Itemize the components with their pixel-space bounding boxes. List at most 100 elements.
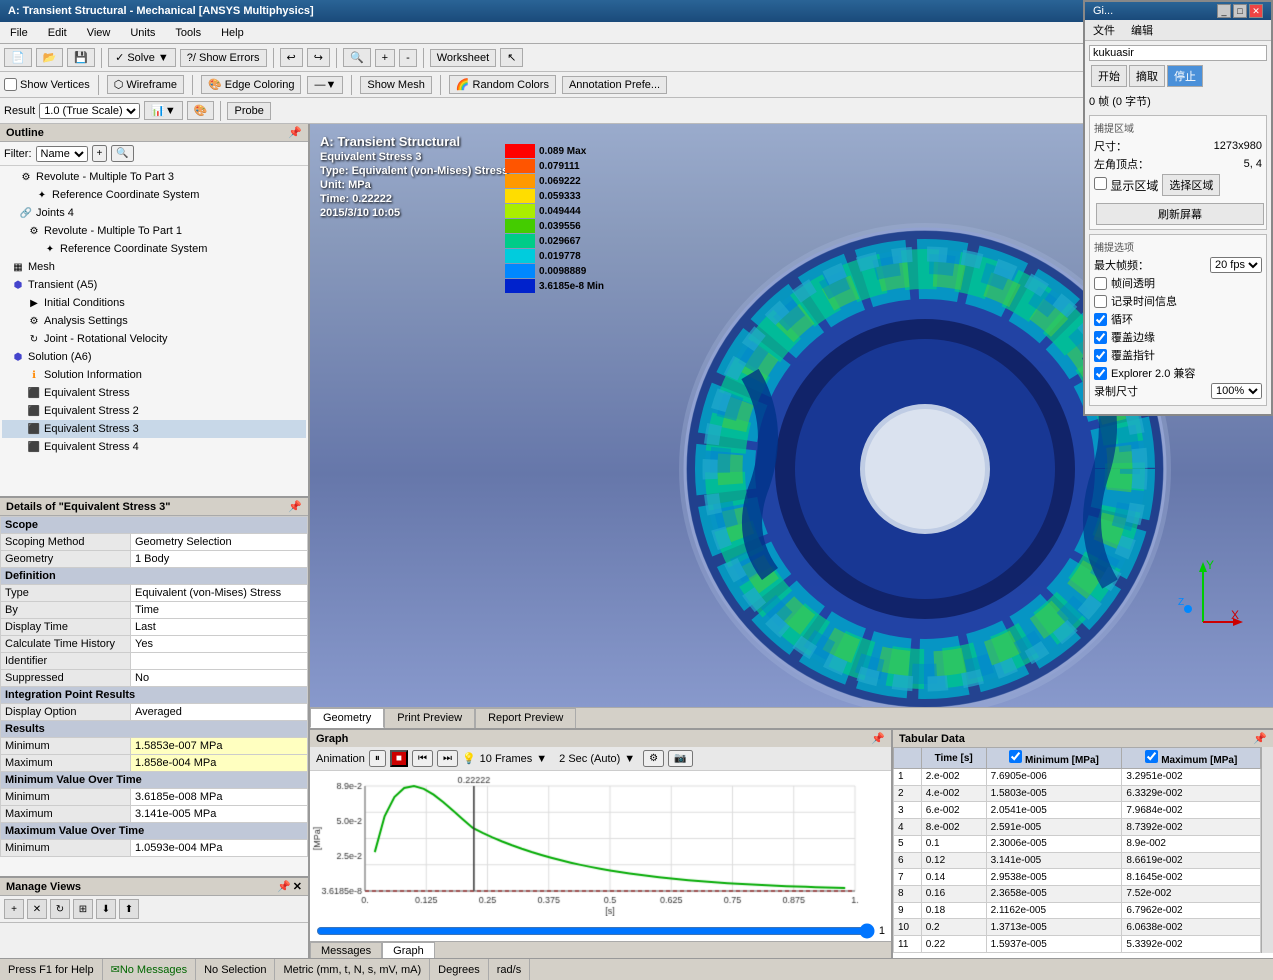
tree-item-stress3[interactable]: ⬛ Equivalent Stress 3 — [2, 420, 306, 438]
float-menu-file[interactable]: 文件 — [1085, 20, 1123, 40]
float-cover-cursor-input[interactable] — [1094, 349, 1107, 362]
tree-item-transient[interactable]: ⬢ Transient (A5) — [2, 276, 306, 294]
manage-views-close[interactable]: ✕ — [293, 880, 302, 893]
legend-item-6: 0.029667 — [505, 234, 604, 248]
new-button[interactable]: 📄 — [4, 48, 32, 67]
tree-item-stress1[interactable]: ⬛ Equivalent Stress — [2, 384, 306, 402]
float-transparent-input[interactable] — [1094, 277, 1107, 290]
float-refresh-btn[interactable]: 刷新屏幕 — [1096, 203, 1264, 225]
anim-frame-btn2[interactable]: ⏭ — [437, 750, 458, 767]
float-max-btn[interactable]: □ — [1233, 4, 1247, 18]
float-extract-btn[interactable]: 摘取 — [1129, 65, 1165, 87]
anim-frame-btn1[interactable]: ⏮ — [412, 750, 433, 767]
mv-refresh-btn[interactable]: ↻ — [50, 899, 70, 919]
graph-pin[interactable]: 📌 — [871, 732, 885, 745]
tree-item-mesh[interactable]: ▦ Mesh — [2, 258, 306, 276]
tab-messages[interactable]: Messages — [310, 942, 382, 958]
filter-add-btn[interactable]: + — [92, 145, 108, 162]
edge-coloring-button[interactable]: 🎨 Edge Coloring — [201, 75, 301, 94]
tree-item-revolute2[interactable]: ⚙ Revolute - Multiple To Part 1 — [2, 222, 306, 240]
tree-item-refcoord2[interactable]: ✦ Reference Coordinate System — [2, 240, 306, 258]
float-start-btn[interactable]: 开始 — [1091, 65, 1127, 87]
zoom-in-button[interactable]: + — [375, 49, 395, 67]
edge-style-button[interactable]: —▼ — [307, 76, 343, 94]
show-vertices-checkbox[interactable]: Show Vertices — [4, 78, 90, 91]
tree-item-init[interactable]: ▶ Initial Conditions — [2, 294, 306, 312]
float-username-input[interactable] — [1089, 45, 1267, 61]
anim-stop-btn[interactable]: ■ — [390, 750, 408, 767]
float-record-time-input[interactable] — [1094, 295, 1107, 308]
menu-units[interactable]: Units — [124, 25, 161, 41]
float-menu-edit[interactable]: 编辑 — [1123, 20, 1161, 40]
type-value: Equivalent (von-Mises) Stress — [131, 585, 308, 602]
redo-button[interactable]: ↪ — [307, 48, 330, 67]
menu-tools[interactable]: Tools — [169, 25, 207, 41]
tab-geometry[interactable]: Geometry — [310, 708, 384, 728]
col-min-check[interactable] — [1009, 750, 1022, 763]
filter-search-btn[interactable]: 🔍 — [111, 145, 133, 162]
tab-report-preview[interactable]: Report Preview — [475, 708, 576, 728]
float-close-btn[interactable]: ✕ — [1249, 4, 1263, 18]
tree-item-rotational-velocity[interactable]: ↻ Joint - Rotational Velocity — [2, 330, 306, 348]
wireframe-button[interactable]: ⬡ Wireframe — [107, 75, 184, 94]
probe-button[interactable]: Probe — [227, 102, 270, 120]
tree-item-refcoord1[interactable]: ✦ Reference Coordinate System — [2, 186, 306, 204]
tree-item-solution[interactable]: ⬢ Solution (A6) — [2, 348, 306, 366]
tree-item-stress2[interactable]: ⬛ Equivalent Stress 2 — [2, 402, 306, 420]
undo-button[interactable]: ↩ — [280, 48, 303, 67]
open-button[interactable]: 📂 — [36, 48, 64, 67]
float-fps-select[interactable]: 20 fps — [1210, 257, 1262, 273]
float-cover-edge-input[interactable] — [1094, 331, 1107, 344]
float-min-btn[interactable]: _ — [1217, 4, 1231, 18]
float-record-size-select[interactable]: 100% — [1211, 383, 1262, 399]
tab-print-preview[interactable]: Print Preview — [384, 708, 475, 728]
tab-graph[interactable]: Graph — [382, 942, 435, 958]
tree-item-stress4[interactable]: ⬛ Equivalent Stress 4 — [2, 438, 306, 456]
solve-button[interactable]: ✓ Solve ▼ — [108, 48, 176, 67]
show-errors-button[interactable]: ?/ Show Errors — [180, 49, 267, 67]
menu-edit[interactable]: Edit — [42, 25, 73, 41]
col-max-check[interactable] — [1145, 750, 1158, 763]
anim-pause-btn[interactable]: ⏸ — [369, 750, 386, 767]
tabular-pin[interactable]: 📌 — [1253, 732, 1267, 745]
tree-item-joints4[interactable]: 🔗 Joints 4 — [2, 204, 306, 222]
menu-help[interactable]: Help — [215, 25, 250, 41]
tree-item-analysis-settings[interactable]: ⚙ Analysis Settings — [2, 312, 306, 330]
float-stop-btn[interactable]: 停止 — [1167, 65, 1203, 87]
float-explorer-input[interactable] — [1094, 367, 1107, 380]
details-pin[interactable]: 📌 — [288, 500, 302, 513]
float-loop-input[interactable] — [1094, 313, 1107, 326]
menu-file[interactable]: File — [4, 25, 34, 41]
mv-add-btn[interactable]: + — [4, 899, 24, 919]
float-select-area-btn[interactable]: 选择区域 — [1162, 174, 1220, 196]
filter-select[interactable]: Name — [36, 146, 88, 162]
status-selection: No Selection — [196, 959, 275, 980]
mv-import-btn[interactable]: ⬇ — [96, 899, 116, 919]
scale-icon-btn[interactable]: 📊▼ — [144, 101, 183, 120]
save-button[interactable]: 💾 — [67, 48, 95, 67]
mv-grid-btn[interactable]: ⊞ — [73, 899, 93, 919]
annotation-prefs-button[interactable]: Annotation Prefe... — [562, 76, 667, 94]
mv-delete-btn[interactable]: ✕ — [27, 899, 47, 919]
menu-view[interactable]: View — [81, 25, 117, 41]
cursor-button[interactable]: ↖ — [500, 48, 523, 67]
scale-select[interactable]: 1.0 (True Scale) — [39, 103, 140, 119]
random-colors-button[interactable]: 🌈 Random Colors — [449, 75, 556, 94]
mv-export-btn[interactable]: ⬆ — [119, 899, 139, 919]
worksheet-button[interactable]: Worksheet — [430, 49, 496, 67]
color-btn[interactable]: 🎨 — [187, 101, 215, 120]
show-mesh-button[interactable]: Show Mesh — [360, 76, 431, 94]
anim-settings-btn[interactable]: ⚙ — [643, 750, 664, 767]
zoom-fit-button[interactable]: 🔍 — [343, 48, 371, 67]
outline-pin[interactable]: 📌 — [288, 126, 302, 139]
tabular-scrollbar[interactable] — [1261, 747, 1273, 953]
tree-item-revolute1[interactable]: ⚙ Revolute - Multiple To Part 3 — [2, 168, 306, 186]
table-row: 2 4.e-002 1.5803e-005 6.3329e-002 — [894, 785, 1261, 802]
tree-item-sol-info[interactable]: ℹ Solution Information — [2, 366, 306, 384]
anim-export-btn[interactable]: 📷 — [668, 750, 692, 767]
timeline-slider[interactable] — [316, 923, 875, 939]
manage-views-pin[interactable]: 📌 — [277, 880, 291, 893]
float-show-area-check[interactable] — [1094, 177, 1107, 190]
show-vertices-input[interactable] — [4, 78, 17, 91]
zoom-out-button[interactable]: - — [399, 49, 417, 67]
